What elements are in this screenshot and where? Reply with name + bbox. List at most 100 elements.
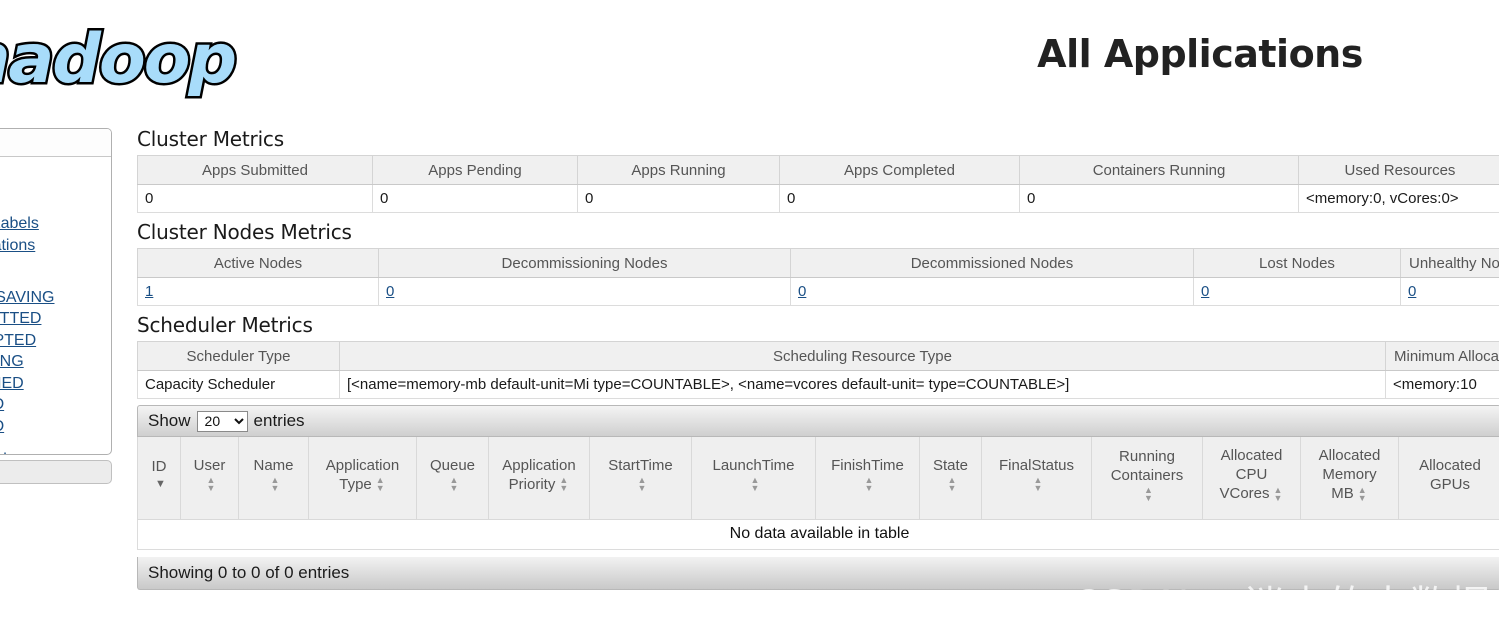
table-row-empty: No data available in table bbox=[137, 519, 1499, 550]
table-header-row: Apps Submitted Apps Pending Apps Running… bbox=[137, 155, 1499, 185]
datatable-info: Showing 0 to 0 of 0 entries bbox=[137, 556, 1499, 590]
sort-both-icon: ▲ ▼ bbox=[1273, 484, 1283, 503]
hadoop-logo-text: hadoop bbox=[0, 18, 240, 102]
col-user[interactable]: User ▲ ▼ bbox=[180, 437, 239, 520]
sidebar-item-killed[interactable]: KILLED bbox=[0, 416, 111, 438]
sidebar-item-failed[interactable]: FAILED bbox=[0, 394, 111, 416]
active-nodes-link[interactable]: 1 bbox=[145, 283, 153, 300]
sidebar-item-applications[interactable]: Applications bbox=[0, 235, 111, 257]
value-scheduling-resource-type: [<name=memory-mb default-unit=Mi type=CO… bbox=[339, 370, 1386, 399]
col-apps-completed: Apps Completed bbox=[779, 155, 1020, 185]
sidebar-item-submitted[interactable]: SUBMITTED bbox=[0, 308, 111, 330]
value-minimum-allocation: <memory:10 bbox=[1385, 370, 1499, 399]
datatable-info-text: Showing 0 to 0 of 0 entries bbox=[148, 562, 350, 582]
sidebar-item-accepted[interactable]: ACCEPTED bbox=[0, 330, 111, 352]
col-allocated-memory-mb[interactable]: Allocated Memory MB ▲ ▼ bbox=[1300, 437, 1399, 520]
col-allocated-memory-label-3: MB bbox=[1331, 485, 1354, 503]
sort-both-icon: ▲ ▼ bbox=[750, 475, 760, 494]
col-minimum-allocation: Minimum Allocation bbox=[1385, 341, 1499, 371]
col-name[interactable]: Name ▲ ▼ bbox=[238, 437, 309, 520]
col-start-time[interactable]: StartTime ▲ ▼ bbox=[589, 437, 692, 520]
col-start-time-label: StartTime bbox=[608, 457, 673, 475]
col-running-containers[interactable]: Running Containers ▲ ▼ bbox=[1091, 437, 1203, 520]
col-application-priority[interactable]: Application Priority ▲ ▼ bbox=[488, 437, 590, 520]
value-active-nodes: 1 bbox=[137, 277, 379, 306]
unhealthy-nodes-link[interactable]: 0 bbox=[1408, 283, 1416, 300]
decommissioned-nodes-link[interactable]: 0 bbox=[798, 283, 806, 300]
col-finish-time[interactable]: FinishTime ▲ ▼ bbox=[815, 437, 920, 520]
sidebar-item-new-saving[interactable]: NEW_SAVING bbox=[0, 287, 111, 309]
sidebar-item-node-labels[interactable]: Node Labels bbox=[0, 213, 111, 235]
col-allocated-memory-label-2: Memory bbox=[1322, 466, 1377, 484]
col-id[interactable]: ID ▼ bbox=[137, 437, 181, 520]
col-decommissioned-nodes: Decommissioned Nodes bbox=[790, 248, 1194, 278]
col-allocated-memory-label-1: Allocated bbox=[1318, 447, 1381, 465]
value-decommissioned-nodes: 0 bbox=[790, 277, 1194, 306]
sort-desc-icon: ▼ bbox=[155, 478, 166, 491]
col-application-type[interactable]: Application Type ▲ ▼ bbox=[308, 437, 417, 520]
col-allocated-gpus-label-1: Allocated bbox=[1419, 456, 1481, 474]
col-launch-time[interactable]: LaunchTime ▲ ▼ bbox=[691, 437, 816, 520]
col-apps-pending: Apps Pending bbox=[372, 155, 578, 185]
col-queue[interactable]: Queue ▲ ▼ bbox=[416, 437, 489, 520]
col-finish-time-label: FinishTime bbox=[831, 457, 904, 475]
value-apps-running: 0 bbox=[577, 184, 780, 213]
col-name-label: Name bbox=[253, 457, 294, 475]
sort-both-icon: ▲ ▼ bbox=[270, 475, 280, 494]
col-application-type-label-1: Application bbox=[325, 456, 400, 474]
applications-table: ID ▼ User ▲ ▼ Name ▲ ▼ Application Type ▲ ▼ bbox=[137, 437, 1499, 550]
col-final-status-label: FinalStatus bbox=[998, 457, 1075, 475]
cluster-nodes-metrics-heading: Cluster Nodes Metrics bbox=[137, 220, 352, 244]
col-apps-running: Apps Running bbox=[577, 155, 780, 185]
sort-both-icon: ▲ ▼ bbox=[637, 475, 647, 494]
table-header-row: Active Nodes Decommissioning Nodes Decom… bbox=[137, 248, 1499, 278]
sort-both-icon: ▲ ▼ bbox=[559, 475, 569, 494]
sidebar-item-scheduler[interactable]: Scheduler bbox=[0, 449, 111, 454]
col-queue-label: Queue bbox=[429, 457, 476, 475]
col-allocated-cpu-label-1: Allocated bbox=[1220, 447, 1283, 465]
col-application-type-label-2: Type bbox=[339, 475, 372, 493]
col-id-label: ID bbox=[151, 457, 167, 475]
sort-both-icon: ▲ ▼ bbox=[1357, 484, 1367, 503]
entries-label: entries bbox=[253, 411, 305, 430]
datatable-length-control: Show 2050100 entries bbox=[137, 405, 1499, 437]
col-scheduling-resource-type: Scheduling Resource Type bbox=[339, 341, 1386, 371]
value-apps-pending: 0 bbox=[372, 184, 578, 213]
value-used-resources: <memory:0, vCores:0> bbox=[1298, 184, 1499, 213]
col-used-resources: Used Resources bbox=[1298, 155, 1499, 185]
value-apps-completed: 0 bbox=[779, 184, 1020, 213]
table-row: 1 0 0 0 0 bbox=[137, 277, 1499, 306]
sidebar-header bbox=[0, 129, 111, 157]
col-allocated-gpus[interactable]: Allocated GPUs bbox=[1398, 437, 1499, 520]
col-allocated-cpu-label-3: VCores bbox=[1219, 485, 1270, 503]
col-allocated-cpu-vcores[interactable]: Allocated CPU VCores ▲ ▼ bbox=[1202, 437, 1301, 520]
col-containers-running: Containers Running bbox=[1019, 155, 1299, 185]
hadoop-logo[interactable]: hadoop bbox=[0, 14, 282, 106]
page-title: All Applications bbox=[1037, 32, 1363, 76]
lost-nodes-link[interactable]: 0 bbox=[1201, 283, 1209, 300]
col-allocated-cpu-label-2: CPU bbox=[1235, 466, 1268, 484]
scheduler-metrics-heading: Scheduler Metrics bbox=[137, 313, 313, 337]
col-state-label: State bbox=[932, 457, 969, 475]
sort-both-icon: ▲ ▼ bbox=[375, 475, 385, 494]
sidebar-item-running[interactable]: RUNNING bbox=[0, 351, 111, 373]
yarn-all-applications-page: hadoop All Applications Node Labels Appl… bbox=[0, 0, 1499, 637]
sort-both-icon: ▲ ▼ bbox=[864, 475, 874, 494]
main-content: Cluster Metrics Apps Submitted Apps Pend… bbox=[137, 126, 1499, 590]
sort-both-icon: ▲ ▼ bbox=[1144, 484, 1153, 503]
col-running-containers-label-2: Containers bbox=[1110, 466, 1184, 484]
page-size-select[interactable]: 2050100 bbox=[196, 410, 248, 432]
sidebar-item-finished[interactable]: FINISHED bbox=[0, 373, 111, 395]
table-header-row: ID ▼ User ▲ ▼ Name ▲ ▼ Application Type ▲ ▼ bbox=[137, 437, 1499, 520]
cluster-nodes-metrics-table: Active Nodes Decommissioning Nodes Decom… bbox=[137, 248, 1499, 306]
cluster-metrics-heading: Cluster Metrics bbox=[137, 127, 284, 151]
decommissioning-nodes-link[interactable]: 0 bbox=[386, 283, 394, 300]
col-final-status[interactable]: FinalStatus ▲ ▼ bbox=[981, 437, 1092, 520]
col-application-priority-label-1: Application bbox=[502, 456, 576, 474]
empty-table-message: No data available in table bbox=[137, 519, 1499, 550]
col-launch-time-label: LaunchTime bbox=[712, 457, 795, 475]
sidebar-item-new[interactable]: NEW bbox=[0, 265, 111, 287]
sort-both-icon: ▲ ▼ bbox=[206, 475, 216, 494]
value-unhealthy-nodes: 0 bbox=[1400, 277, 1499, 306]
col-state[interactable]: State ▲ ▼ bbox=[919, 437, 982, 520]
